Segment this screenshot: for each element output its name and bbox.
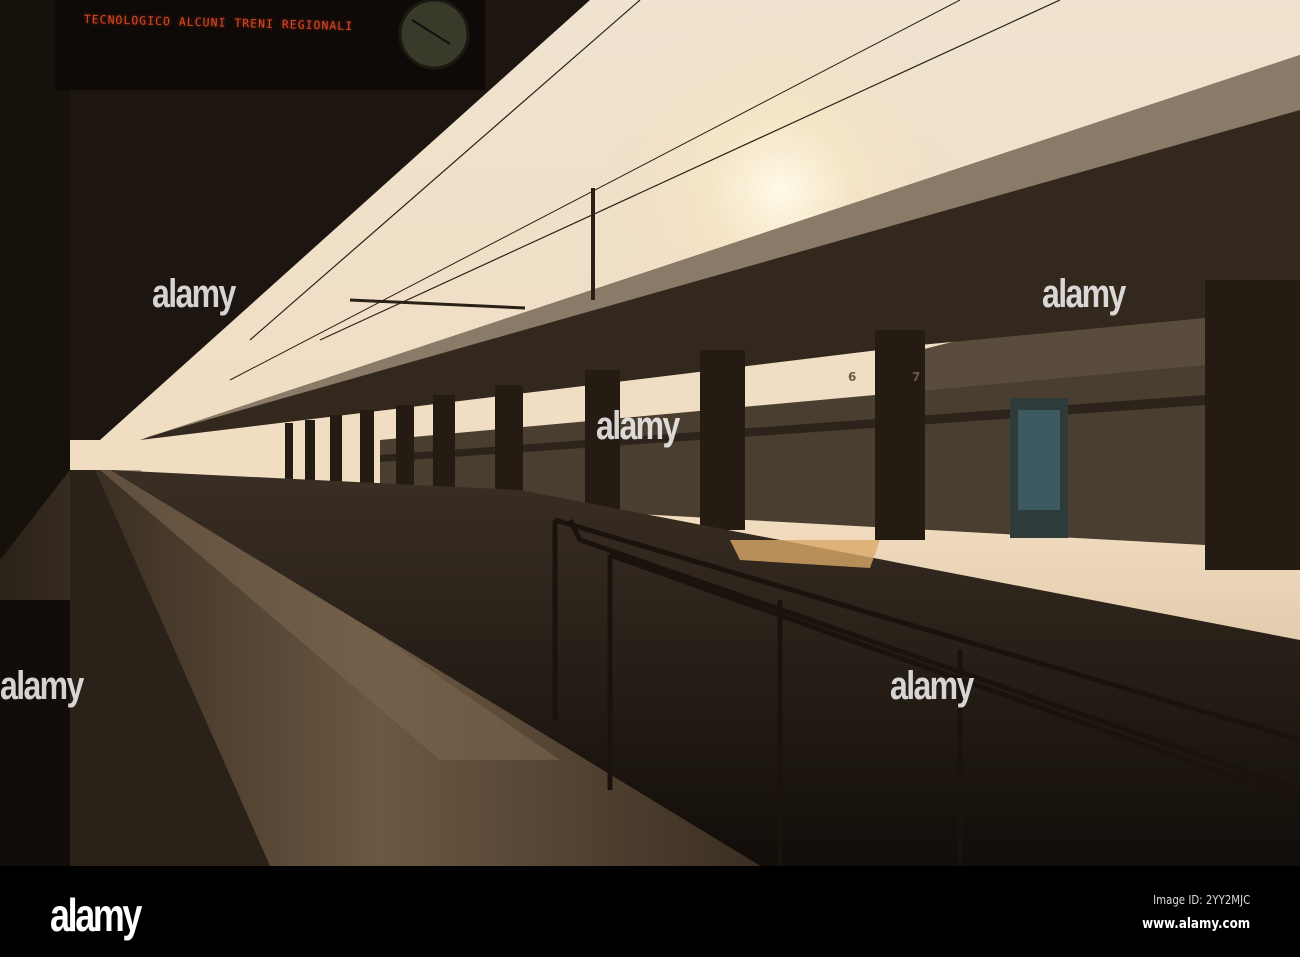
watermark: alamy [0, 664, 84, 708]
stock-photo: TECNOLOGICO ALCUNI TRENI REGIONALI 6 7 a… [0, 0, 1300, 957]
platform-number-6: 6 [848, 370, 857, 384]
image-id: Image ID: 2YY2MJC [1152, 893, 1250, 907]
site-url: www.alamy.com [1141, 916, 1250, 932]
watermark: alamy [890, 664, 974, 708]
watermark: alamy [1042, 272, 1126, 316]
alamy-logo: alamy [50, 889, 142, 941]
footer-bar: alamy Image ID: 2YY2MJC www.alamy.com [0, 866, 1300, 957]
watermark: alamy [152, 272, 236, 316]
platform-number-7: 7 [912, 370, 921, 384]
watermark: alamy [596, 404, 680, 448]
